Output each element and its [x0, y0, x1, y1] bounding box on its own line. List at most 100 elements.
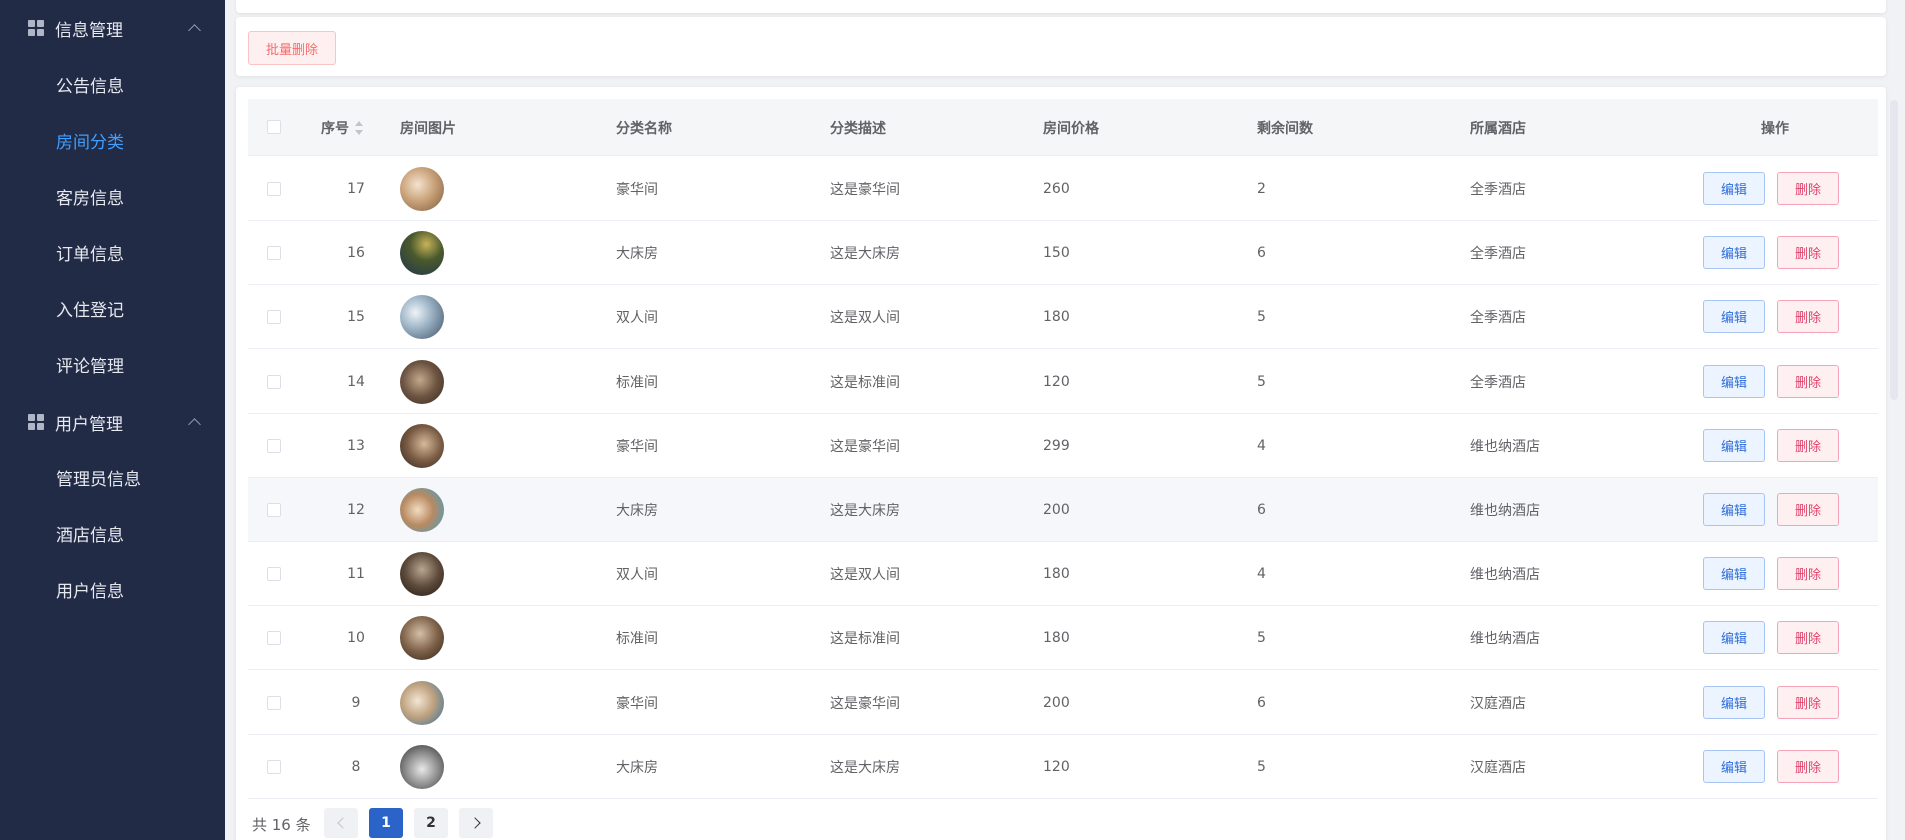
cell-index: 12 — [347, 502, 365, 518]
chevron-up-icon — [188, 417, 201, 431]
prev-page-button[interactable] — [324, 808, 358, 838]
cell-hotel: 维也纳酒店 — [1470, 631, 1540, 648]
sidebar-item-comments[interactable]: 评论管理 — [56, 352, 124, 377]
row-checkbox[interactable] — [267, 503, 281, 517]
table-row[interactable]: 12 大床房 这是大床房 200 6 维也纳酒店 编辑 删除 — [248, 478, 1878, 542]
column-header-actions: 操作 — [1761, 120, 1789, 137]
sidebar-item-checkin[interactable]: 入住登记 — [56, 296, 124, 321]
column-header-hotel: 所属酒店 — [1470, 120, 1526, 137]
edit-button[interactable]: 编辑 — [1703, 749, 1765, 783]
room-image — [400, 552, 444, 597]
cell-hotel: 全季酒店 — [1470, 374, 1526, 391]
page-2-button[interactable]: 2 — [414, 808, 448, 838]
vertical-scrollbar[interactable] — [1890, 100, 1898, 400]
table-row[interactable]: 17 豪华间 这是豪华间 260 2 全季酒店 编辑 删除 — [248, 157, 1878, 221]
data-table: 序号 房间图片 分类名称 分类描述 房间价格 剩余间数 所属酒店 操作 17 豪华… — [236, 87, 1886, 840]
cell-price: 150 — [1043, 245, 1070, 262]
batch-delete-button[interactable]: 批量删除 — [248, 31, 336, 65]
delete-button[interactable]: 删除 — [1777, 428, 1839, 462]
cell-name: 豪华间 — [616, 182, 658, 198]
row-checkbox[interactable] — [267, 631, 281, 646]
column-header-index[interactable]: 序号 — [321, 99, 363, 156]
row-checkbox[interactable] — [267, 310, 281, 325]
menu-group-user-management[interactable]: 用户管理 — [0, 402, 225, 442]
menu-group-info-management[interactable]: 信息管理 — [0, 8, 225, 48]
cell-price: 299 — [1043, 437, 1070, 454]
delete-button[interactable]: 删除 — [1777, 685, 1839, 719]
sidebar-item-orders[interactable]: 订单信息 — [56, 240, 124, 265]
grid-icon — [28, 20, 44, 36]
edit-button[interactable]: 编辑 — [1703, 621, 1765, 655]
sidebar: 信息管理 公告信息 房间分类 客房信息 订单信息 入住登记 评论管理 用户管理 … — [0, 0, 225, 840]
table-row[interactable]: 16 大床房 这是大床房 150 6 全季酒店 编辑 删除 — [248, 221, 1878, 286]
edit-button[interactable]: 编辑 — [1703, 364, 1765, 398]
cell-desc: 这是标准间 — [830, 631, 900, 648]
grid-icon — [28, 414, 44, 430]
cell-remaining: 4 — [1257, 437, 1266, 454]
delete-button[interactable]: 删除 — [1777, 557, 1839, 591]
cell-price: 200 — [1043, 502, 1070, 518]
delete-button[interactable]: 删除 — [1777, 236, 1839, 270]
table-row[interactable]: 8 大床房 这是大床房 120 5 汉庭酒店 编辑 删除 — [248, 734, 1878, 799]
cell-price: 200 — [1043, 694, 1070, 711]
row-checkbox[interactable] — [267, 695, 281, 710]
row-checkbox[interactable] — [267, 374, 281, 389]
cell-price: 120 — [1043, 373, 1070, 390]
cell-remaining: 4 — [1257, 566, 1266, 583]
column-header-price: 房间价格 — [1043, 120, 1099, 137]
table-row[interactable]: 15 双人间 这是双人间 180 5 全季酒店 编辑 删除 — [248, 285, 1878, 350]
cell-remaining: 6 — [1257, 694, 1266, 711]
sidebar-item-hotels[interactable]: 酒店信息 — [56, 521, 124, 546]
column-header-remaining: 剩余间数 — [1257, 120, 1313, 137]
chevron-right-icon — [468, 817, 481, 829]
row-checkbox[interactable] — [267, 246, 281, 261]
cell-index: 10 — [347, 630, 365, 647]
row-checkbox[interactable] — [267, 759, 281, 774]
delete-button[interactable]: 删除 — [1777, 300, 1839, 334]
table-row[interactable]: 14 标准间 这是标准间 120 5 全季酒店 编辑 删除 — [248, 349, 1878, 414]
room-image — [400, 616, 444, 661]
room-image — [400, 680, 444, 725]
sidebar-item-room-info[interactable]: 客房信息 — [56, 184, 124, 209]
select-all-checkbox[interactable] — [267, 120, 281, 134]
sidebar-item-announcements[interactable]: 公告信息 — [56, 72, 124, 97]
sort-icon[interactable] — [355, 120, 363, 135]
cell-name: 大床房 — [616, 246, 658, 263]
cell-index: 8 — [351, 758, 361, 775]
cell-name: 豪华间 — [616, 695, 658, 712]
edit-button[interactable]: 编辑 — [1703, 428, 1765, 462]
cell-name: 豪华间 — [616, 438, 658, 455]
delete-button[interactable]: 删除 — [1777, 493, 1839, 526]
sidebar-item-users[interactable]: 用户信息 — [56, 577, 124, 602]
delete-button[interactable]: 删除 — [1777, 621, 1839, 655]
table-row[interactable]: 11 双人间 这是双人间 180 4 维也纳酒店 编辑 删除 — [248, 542, 1878, 607]
total-count: 共 16 条 — [252, 816, 311, 834]
room-image — [400, 231, 444, 276]
edit-button[interactable]: 编辑 — [1703, 236, 1765, 270]
table-row[interactable]: 13 豪华间 这是豪华间 299 4 维也纳酒店 编辑 删除 — [248, 413, 1878, 478]
edit-button[interactable]: 编辑 — [1703, 685, 1765, 719]
delete-button[interactable]: 删除 — [1777, 364, 1839, 398]
page-1-button[interactable]: 1 — [369, 808, 403, 838]
row-checkbox[interactable] — [267, 438, 281, 453]
sidebar-item-admins[interactable]: 管理员信息 — [56, 465, 141, 490]
cell-index: 14 — [347, 373, 365, 390]
cell-price: 260 — [1043, 181, 1070, 197]
delete-button[interactable]: 删除 — [1777, 172, 1839, 205]
edit-button[interactable]: 编辑 — [1703, 557, 1765, 591]
sidebar-item-room-category[interactable]: 房间分类 — [56, 128, 124, 153]
row-checkbox[interactable] — [267, 567, 281, 582]
table-row[interactable]: 10 标准间 这是标准间 180 5 维也纳酒店 编辑 删除 — [248, 606, 1878, 671]
next-page-button[interactable] — [459, 808, 493, 838]
delete-button[interactable]: 删除 — [1777, 749, 1839, 783]
cell-hotel: 全季酒店 — [1470, 182, 1526, 198]
edit-button[interactable]: 编辑 — [1703, 493, 1765, 526]
cell-desc: 这是标准间 — [830, 374, 900, 391]
cell-index: 11 — [347, 566, 365, 583]
cell-name: 双人间 — [616, 567, 658, 584]
pagination: 共 16 条 1 2 — [236, 808, 736, 840]
edit-button[interactable]: 编辑 — [1703, 172, 1765, 205]
edit-button[interactable]: 编辑 — [1703, 300, 1765, 334]
table-row[interactable]: 9 豪华间 这是豪华间 200 6 汉庭酒店 编辑 删除 — [248, 670, 1878, 735]
row-checkbox[interactable] — [267, 182, 281, 196]
